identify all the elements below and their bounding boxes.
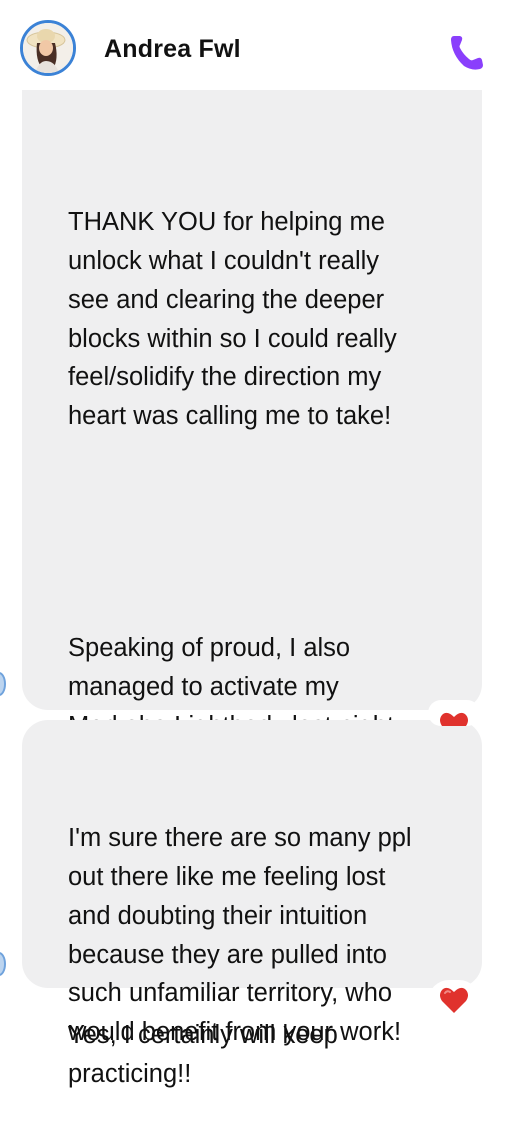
reaction-badge[interactable] bbox=[428, 700, 480, 726]
message-bubble[interactable]: I'm sure there are so many ppl out there… bbox=[22, 720, 482, 1046]
reaction-badge[interactable] bbox=[428, 980, 480, 1022]
message-text: THANK YOU for helping me unlock what I c… bbox=[68, 208, 397, 430]
phone-icon bbox=[451, 36, 483, 70]
call-button[interactable] bbox=[445, 30, 489, 74]
contact-avatar[interactable] bbox=[20, 20, 76, 76]
heart-reaction-icon bbox=[440, 987, 468, 1013]
chat-header: Andrea Fwl bbox=[0, 0, 506, 90]
sender-mini-avatar bbox=[0, 952, 6, 976]
avatar-photo-icon bbox=[23, 23, 73, 73]
message-text: I'm sure there are so many ppl out there… bbox=[68, 824, 412, 1046]
contact-name[interactable]: Andrea Fwl bbox=[104, 35, 241, 64]
message-bubble[interactable]: THANK YOU for helping me unlock what I c… bbox=[22, 90, 482, 1088]
heart-reaction-icon bbox=[440, 712, 468, 726]
sender-mini-avatar bbox=[0, 672, 6, 696]
